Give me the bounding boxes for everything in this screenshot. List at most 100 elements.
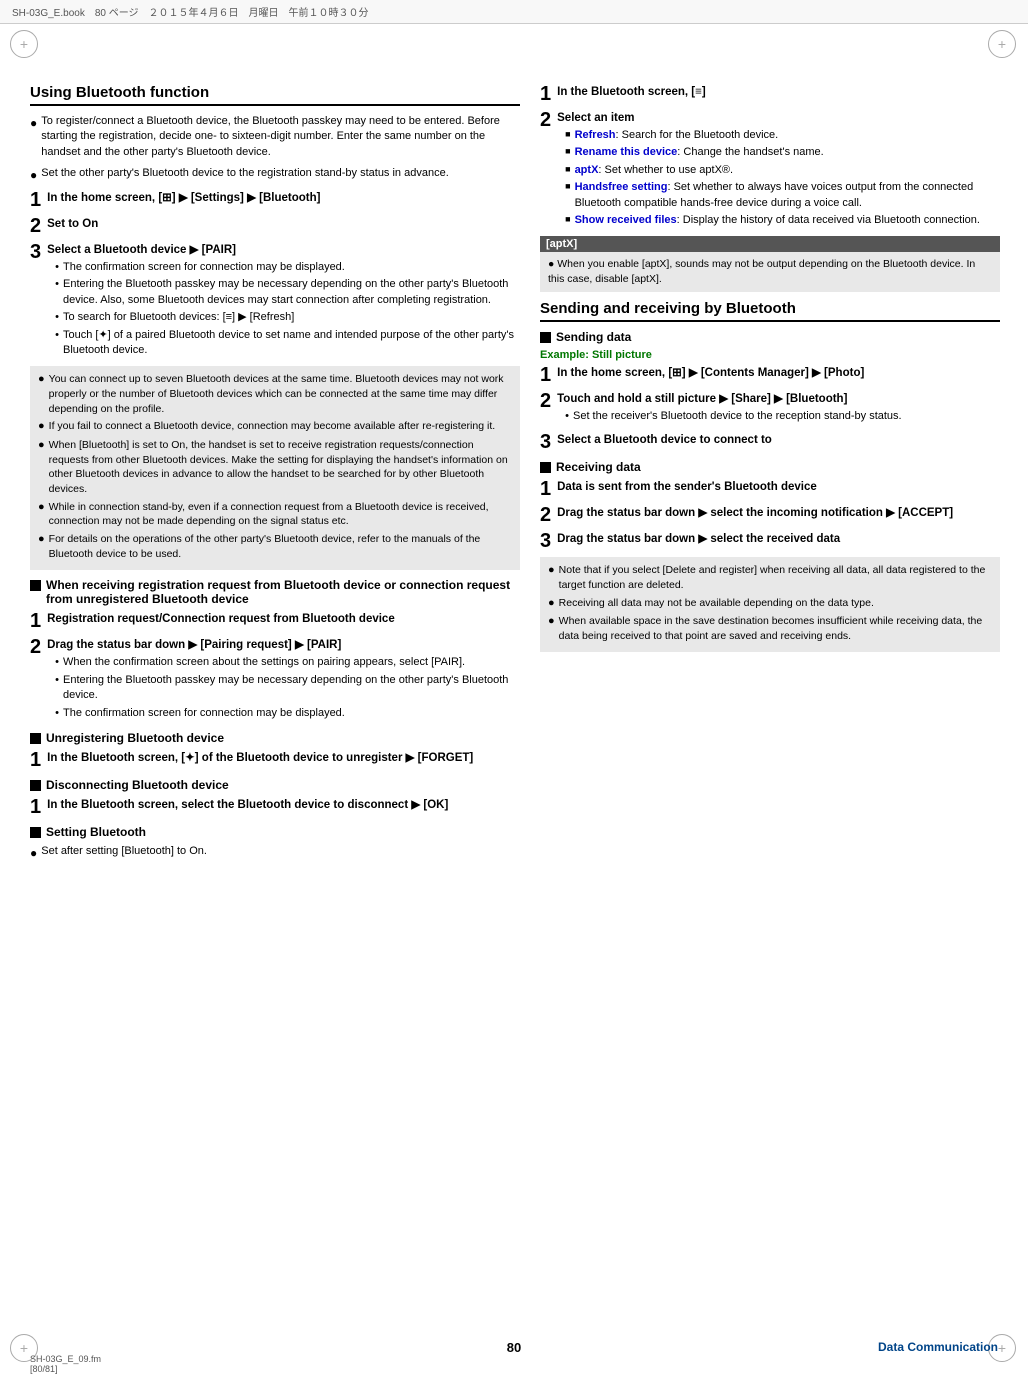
note-text-5: For details on the operations of the oth… [49,532,512,561]
receiving-square [540,462,551,473]
step-3-sub-text-2: Entering the Bluetooth passkey may be ne… [63,277,520,308]
recv-step-num-2: 2 [540,505,551,525]
subsec1-step-content-2: Drag the status bar down ▶ [Pairing requ… [47,637,520,723]
subsection-4-square [30,827,41,838]
subsec1-sub-2: • Entering the Bluetooth passkey may be … [55,673,520,704]
right-step-content-1: In the Bluetooth screen, [≡] [557,84,706,100]
step-3-sub-2: • Entering the Bluetooth passkey may be … [55,277,520,308]
step-content-1: In the home screen, [⊞] ▶ [Settings] ▶ [… [47,190,320,206]
right-step-text-1: In the Bluetooth screen, [≡] [557,86,706,98]
note-item-2: ● If you fail to connect a Bluetooth dev… [38,419,512,434]
note-box-1: ● You can connect up to seven Bluetooth … [30,366,520,570]
right-step-2-subs: ■ Refresh: Search for the Bluetooth devi… [565,128,1000,228]
step-text-2: Set to On [47,218,98,230]
recv-note-item-2: ● Receiving all data may not be availabl… [548,596,992,611]
step-content-2: Set to On [47,216,98,232]
sending-section-title: Sending and receiving by Bluetooth [540,300,1000,322]
right-sub-3: ■ aptX: Set whether to use aptX®. [565,163,1000,178]
right-sub-desc-5: : Display the history of data received v… [677,214,980,226]
send-step-content-3: Select a Bluetooth device to connect to [557,432,772,448]
send-step-text-3: Select a Bluetooth device to connect to [557,434,772,446]
recv-step-text-1: Data is sent from the sender's Bluetooth… [557,481,817,493]
right-sub-label-4: Handsfree setting: Set whether to always… [575,180,1000,211]
receiving-subsection-title: Receiving data [556,460,641,474]
send-step-num-3: 3 [540,432,551,452]
right-sub-square-5: ■ [565,213,570,226]
send-step-content-2: Touch and hold a still picture ▶ [Share]… [557,391,901,426]
recv-step-content-3: Drag the status bar down ▶ select the re… [557,531,840,547]
recv-note-dot-1: ● [548,563,555,578]
step-text-1: In the home screen, [⊞] ▶ [Settings] ▶ [… [47,192,320,204]
example-label: Example: Still picture [540,349,1000,361]
subsec4-bullet-dot-1: ● [30,845,37,862]
send-step-2: 2 Touch and hold a still picture ▶ [Shar… [540,391,1000,426]
sub-dot-3-4: • [55,328,59,343]
note-text-4: While in connection stand-by, even if a … [49,500,512,529]
right-step-num-2: 2 [540,110,551,130]
subsection-1-title: When receiving registration request from… [46,578,520,606]
step-3-sub-text-4: Touch [✦] of a paired Bluetooth device t… [63,328,520,359]
right-sub-desc-1: : Search for the Bluetooth device. [616,129,779,141]
note-dot-4: ● [38,500,45,515]
right-sub-square-1: ■ [565,128,570,141]
recv-note-item-3: ● When available space in the save desti… [548,614,992,643]
step-3-sub-text-3: To search for Bluetooth devices: [≡] ▶ [… [63,310,294,325]
step-3-sub-3: • To search for Bluetooth devices: [≡] ▶… [55,310,520,325]
right-step-1: 1 In the Bluetooth screen, [≡] [540,84,1000,104]
subsec3-step-num-1: 1 [30,797,41,817]
right-sub-label-3: aptX: Set whether to use aptX®. [575,163,734,178]
send-step-num-1: 1 [540,365,551,385]
aptx-title: [aptX] [540,236,1000,252]
subsection-1-header: When receiving registration request from… [30,578,520,606]
send-sub-dot-1: • [565,409,569,424]
subsec2-step-text-1: In the Bluetooth screen, [✦] of the Blue… [47,752,473,764]
recv-note-dot-3: ● [548,614,555,629]
send-step-1: 1 In the home screen, [⊞] ▶ [Contents Ma… [540,365,1000,385]
send-step-3: 3 Select a Bluetooth device to connect t… [540,432,1000,452]
recv-step-num-3: 3 [540,531,551,551]
right-sub-square-3: ■ [565,163,570,176]
subsec1-sub-1: • When the confirmation screen about the… [55,655,520,670]
content-area: Using Bluetooth function ● To register/c… [0,74,1028,878]
recv-step-text-2: Drag the status bar down ▶ select the in… [557,507,953,519]
subsec3-step-content-1: In the Bluetooth screen, select the Blue… [47,797,448,813]
header-text: SH-03G_E.book 80 ページ ２０１５年４月６日 月曜日 午前１０時… [12,4,369,19]
right-sub-2: ■ Rename this device: Change the handset… [565,145,1000,160]
recv-step-text-3: Drag the status bar down ▶ select the re… [557,533,840,545]
subsection-2-title: Unregistering Bluetooth device [46,731,224,745]
right-sub-desc-2: : Change the handset's name. [677,146,823,158]
recv-step-3: 3 Drag the status bar down ▶ select the … [540,531,1000,551]
sending-subsection-title: Sending data [556,330,631,344]
left-step-2: 2 Set to On [30,216,520,236]
subsection-4-title: Setting Bluetooth [46,825,146,839]
right-step-num-1: 1 [540,84,551,104]
step-num-2: 2 [30,216,41,236]
bullet-dot-2: ● [30,167,37,184]
subsection-1-square [30,580,41,591]
subsec2-step-1: 1 In the Bluetooth screen, [✦] of the Bl… [30,750,520,770]
send-step-text-2: Touch and hold a still picture ▶ [Share]… [557,393,847,405]
recv-note-item-1: ● Note that if you select [Delete and re… [548,563,992,592]
page-container: SH-03G_E.book 80 ページ ２０１５年４月６日 月曜日 午前１０時… [0,0,1028,1394]
subsec1-step-2-subs: • When the confirmation screen about the… [55,655,520,721]
page-footer: 80 Data Communication [0,1340,1028,1354]
sub-dot-3-1: • [55,260,59,275]
subsec1-sub-text-3: The confirmation screen for connection m… [63,706,345,721]
subsec4-bullet-text-1: Set after setting [Bluetooth] to On. [41,844,207,859]
send-step-2-subs: • Set the receiver's Bluetooth device to… [565,409,901,424]
right-sub-4: ■ Handsfree setting: Set whether to alwa… [565,180,1000,211]
subsection-2-square [30,733,41,744]
subsec1-step-num-2: 2 [30,637,41,657]
subsec3-step-text-1: In the Bluetooth screen, select the Blue… [47,799,448,811]
footer-section: Data Communication [878,1340,998,1354]
step-num-1: 1 [30,190,41,210]
recv-step-content-2: Drag the status bar down ▶ select the in… [557,505,953,521]
send-step-text-1: In the home screen, [⊞] ▶ [Contents Mana… [557,367,864,379]
left-step-3: 3 Select a Bluetooth device ▶ [PAIR] • T… [30,242,520,360]
sub-dot-3-2: • [55,277,59,292]
left-section-title: Using Bluetooth function [30,84,520,106]
left-bullet-2: ● Set the other party's Bluetooth device… [30,166,520,184]
recv-step-num-1: 1 [540,479,551,499]
aptx-dot: ● [548,258,554,270]
right-step-content-2: Select an item ■ Refresh: Search for the… [557,110,1000,230]
